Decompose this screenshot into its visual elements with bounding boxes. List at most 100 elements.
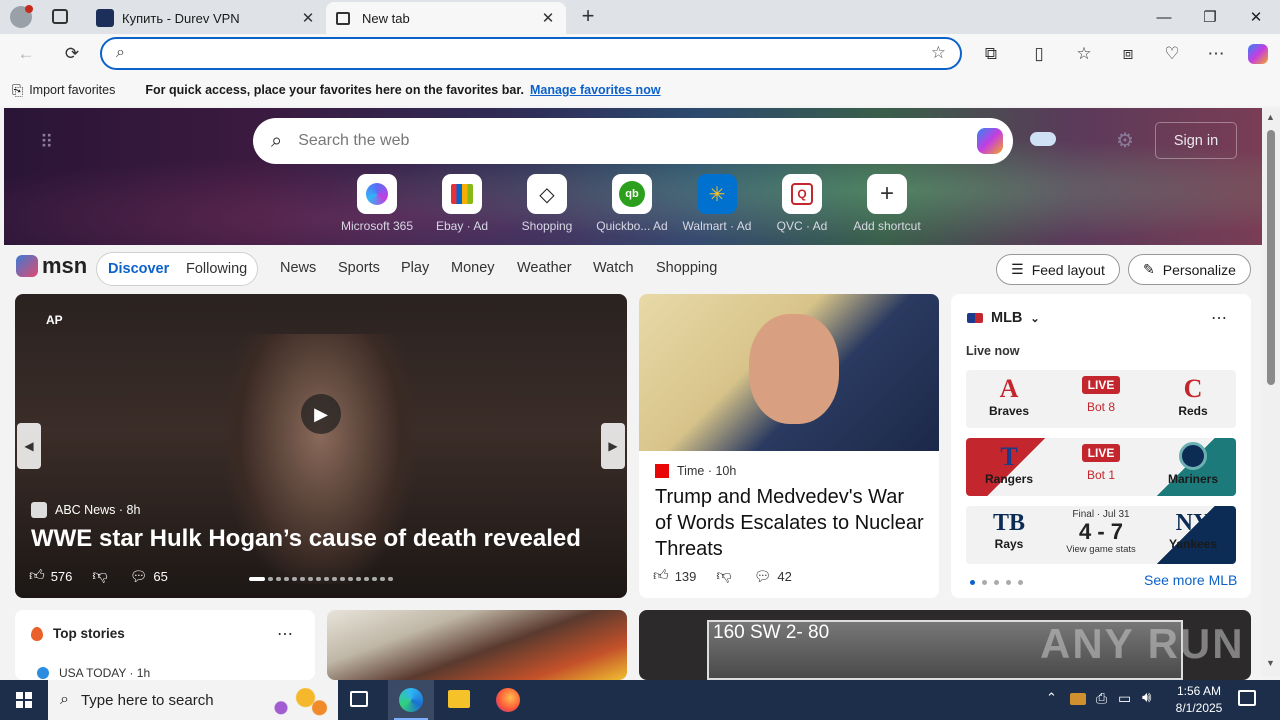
weather-cloud-icon[interactable] xyxy=(1030,132,1056,146)
shortcut-ebay[interactable]: Ebay · Ad xyxy=(420,174,504,233)
clock[interactable]: 1:56 AM 8/1/2025 xyxy=(1168,683,1230,717)
nav-watch[interactable]: Watch xyxy=(593,260,634,276)
carousel-dot[interactable] xyxy=(300,577,305,581)
settings-gear-icon[interactable]: ⚙ xyxy=(1116,128,1134,153)
page-scrollbar[interactable]: ▲ ▼ xyxy=(1262,108,1280,676)
manage-favorites-link[interactable]: Manage favorites now xyxy=(530,83,661,97)
mlb-header[interactable]: MLB ⌄ xyxy=(967,310,1040,326)
carousel-dot[interactable] xyxy=(388,577,393,581)
close-tab-icon[interactable]: ✕ xyxy=(540,9,556,27)
back-button[interactable]: ← xyxy=(10,38,42,70)
carousel-dot[interactable] xyxy=(340,577,345,581)
msn-logo[interactable]: msn xyxy=(16,253,87,279)
scroll-up-arrow-icon[interactable]: ▲ xyxy=(1266,112,1275,122)
nav-shopping[interactable]: Shopping xyxy=(656,260,717,276)
carousel-dot[interactable] xyxy=(1018,580,1023,585)
notifications-icon[interactable] xyxy=(1238,690,1256,706)
apps-grid-icon[interactable]: ⠿ xyxy=(40,132,53,153)
nav-weather[interactable]: Weather xyxy=(517,260,572,276)
minimize-button[interactable]: — xyxy=(1141,0,1187,34)
profile-icon[interactable] xyxy=(10,5,33,28)
favorites-icon[interactable]: ☆ xyxy=(1068,38,1100,70)
extensions-icon[interactable]: ⧉ xyxy=(975,38,1007,70)
carousel-dot[interactable] xyxy=(316,577,321,581)
task-view-icon[interactable] xyxy=(350,691,368,707)
solar-news-card[interactable] xyxy=(327,610,627,680)
carousel-prev-button[interactable]: ◀ xyxy=(17,423,41,469)
carousel-dot[interactable] xyxy=(994,580,999,585)
nav-play[interactable]: Play xyxy=(401,260,429,276)
see-more-mlb-link[interactable]: See more MLB xyxy=(1144,572,1237,588)
dislike-icon[interactable]: 👎︎ xyxy=(92,567,107,585)
view-game-stats-link[interactable]: View game stats xyxy=(1056,544,1146,555)
carousel-dot[interactable] xyxy=(356,577,361,581)
carousel-dot[interactable] xyxy=(372,577,377,581)
close-tab-icon[interactable]: ✕ xyxy=(300,9,316,27)
game-braves-reds[interactable]: A Braves LIVE Bot 8 C Reds xyxy=(966,370,1236,428)
sign-in-button[interactable]: Sign in xyxy=(1155,122,1237,159)
carousel-dot[interactable] xyxy=(364,577,369,581)
volume-icon[interactable]: 🔊︎ xyxy=(1142,689,1151,706)
printer-tray-icon[interactable]: ⎙ xyxy=(1096,690,1107,707)
refresh-button[interactable]: ⟳ xyxy=(56,38,88,70)
import-favorites-button[interactable]: Import favorites xyxy=(29,83,115,97)
shortcut-walmart[interactable]: ✳ Walmart · Ad xyxy=(675,174,759,233)
carousel-dot[interactable] xyxy=(268,577,273,581)
hero-headline[interactable]: WWE star Hulk Hogan’s cause of death rev… xyxy=(31,525,581,553)
start-windows-icon[interactable] xyxy=(16,692,32,708)
tab-new-tab[interactable]: New tab ✕ xyxy=(326,2,566,34)
more-menu-icon[interactable]: ⋯ xyxy=(1200,38,1232,70)
carousel-dot[interactable] xyxy=(1006,580,1011,585)
copilot-icon[interactable] xyxy=(1242,38,1274,70)
shortcut-microsoft-365[interactable]: Microsoft 365 xyxy=(335,174,419,233)
nav-sports[interactable]: Sports xyxy=(338,260,380,276)
carousel-dot[interactable] xyxy=(332,577,337,581)
chevron-down-icon[interactable]: ⌄ xyxy=(1030,312,1039,325)
favorite-star-icon[interactable]: ☆ xyxy=(931,43,946,63)
edge-taskbar-icon[interactable] xyxy=(388,680,434,720)
carousel-dot[interactable] xyxy=(276,577,281,581)
web-search-box[interactable]: ⌕ Search the web xyxy=(253,118,1013,164)
browser-essentials-icon[interactable]: ♡ xyxy=(1156,38,1188,70)
carousel-next-button[interactable]: ▶ xyxy=(601,423,625,469)
tab-discover[interactable]: Discover xyxy=(108,261,169,277)
like-icon[interactable]: 👍︎ xyxy=(29,567,45,585)
like-icon[interactable]: 👍︎ xyxy=(653,567,669,585)
nav-money[interactable]: Money xyxy=(451,260,495,276)
file-explorer-icon[interactable] xyxy=(448,690,470,708)
tab-following[interactable]: Following xyxy=(186,261,247,277)
shortcut-quickbooks[interactable]: qb Quickbo... Ad xyxy=(590,174,674,233)
more-options-icon[interactable]: ⋯ xyxy=(1211,308,1227,328)
play-button[interactable]: ▶ xyxy=(301,394,341,434)
carousel-dot[interactable] xyxy=(380,577,385,581)
dislike-icon[interactable]: 👎︎ xyxy=(716,567,731,585)
carousel-dot-active[interactable] xyxy=(970,580,975,585)
copilot-search-icon[interactable] xyxy=(977,128,1003,154)
firefox-icon[interactable] xyxy=(496,688,520,712)
show-hidden-icons-icon[interactable]: ⌃ xyxy=(1046,690,1057,706)
game-rangers-mariners[interactable]: T Rangers LIVE Bot 1 Mariners xyxy=(966,438,1236,496)
shortcut-shopping[interactable]: ◇ Shopping xyxy=(505,174,589,233)
carousel-dot-active[interactable] xyxy=(249,577,265,581)
carousel-dot[interactable] xyxy=(292,577,297,581)
shortcut-add[interactable]: + Add shortcut xyxy=(845,174,929,233)
split-screen-icon[interactable]: ▯ xyxy=(1023,38,1055,70)
feed-layout-button[interactable]: ☰ Feed layout xyxy=(996,254,1120,285)
tab-durev-vpn[interactable]: Купить - Durev VPN ✕ xyxy=(86,2,326,34)
more-options-icon[interactable]: ⋯ xyxy=(277,624,293,644)
carousel-dot[interactable] xyxy=(284,577,289,581)
comment-icon[interactable]: 💬︎ xyxy=(130,568,148,585)
restore-button[interactable]: ❐ xyxy=(1187,0,1233,34)
shortcut-qvc[interactable]: Q QVC · Ad xyxy=(760,174,844,233)
side-news-card[interactable]: Time · 10h Trump and Medvedev's War of W… xyxy=(639,294,939,598)
top-stories-header[interactable]: Top stories xyxy=(31,626,125,641)
close-window-button[interactable]: ✕ xyxy=(1233,0,1279,34)
security-tray-icon[interactable] xyxy=(1070,693,1086,705)
carousel-dot[interactable] xyxy=(324,577,329,581)
collections-icon[interactable]: ⧈ xyxy=(1112,38,1144,70)
hero-news-card[interactable]: AP ▶ ◀ ▶ ABC News · 8h WWE star Hulk Hog… xyxy=(15,294,627,598)
tab-actions-icon[interactable] xyxy=(52,9,68,24)
scroll-down-arrow-icon[interactable]: ▼ xyxy=(1266,658,1275,668)
side-headline[interactable]: Trump and Medvedev's War of Words Escala… xyxy=(655,484,925,562)
address-bar[interactable]: ⌕ ☆ xyxy=(100,37,962,70)
